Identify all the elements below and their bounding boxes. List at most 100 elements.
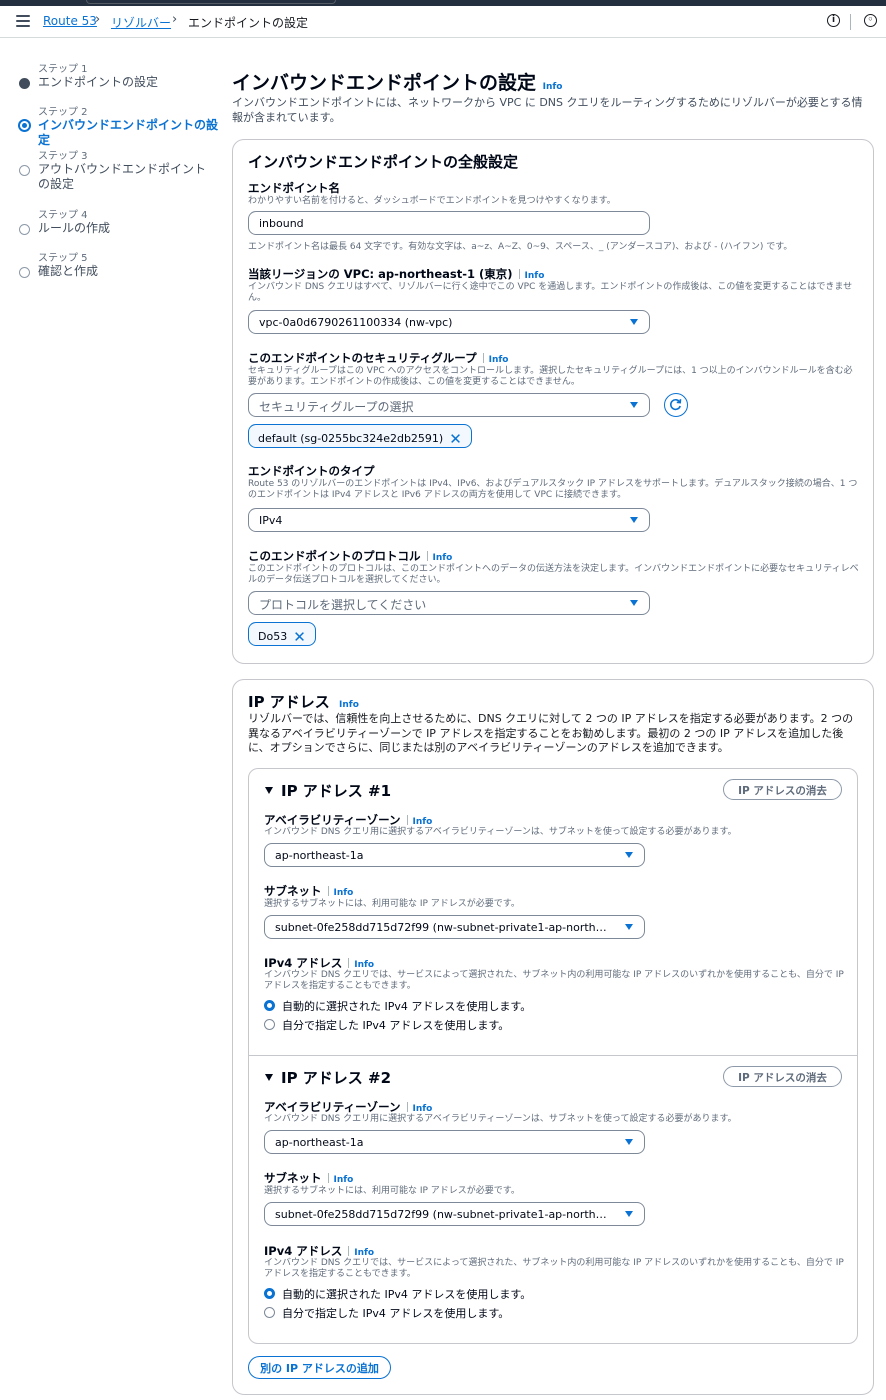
- step-current-icon: [18, 119, 31, 132]
- vpc-description: インバウンド DNS クエリはすべて、リゾルバーに行く途中でこの VPC を通過…: [248, 282, 853, 303]
- ipv4-2-auto-radio[interactable]: 自動的に選択された IPv4 アドレスを使用します。: [264, 1286, 531, 1302]
- subnet-2-label-text: サブネット: [264, 1171, 322, 1185]
- security-group-token-label: default (sg-0255bc324e2db2591): [258, 432, 444, 445]
- caret-down-icon: [625, 924, 633, 930]
- az-1-description: インバウンド DNS クエリ用に選択するアベイラビリティーゾーンは、サブネットを…: [264, 827, 737, 837]
- vpc-label-text: 当該リージョンの VPC: ap-northeast-1 (東京): [248, 267, 513, 281]
- step-pending-icon: [19, 165, 30, 176]
- info-link[interactable]: Info: [413, 1104, 433, 1114]
- ipv4-1-auto-radio[interactable]: 自動的に選択された IPv4 アドレスを使用します。: [264, 998, 531, 1014]
- subnet-2-select[interactable]: subnet-0fe258dd715d72f99 (nw-subnet-priv…: [264, 1202, 645, 1226]
- ip-address-1-header[interactable]: IP アドレス #1: [265, 780, 391, 801]
- info-link[interactable]: Info: [433, 553, 453, 563]
- step-pending-icon: [19, 224, 30, 235]
- endpoint-name-input[interactable]: inbound: [248, 211, 650, 235]
- caret-down-icon: [625, 1139, 633, 1145]
- az-2-select[interactable]: ap-northeast-1a: [264, 1130, 645, 1154]
- endpoint-type-select[interactable]: IPv4: [248, 508, 650, 532]
- protocol-description: このエンドポイントのプロトコルは、このエンドポイントへのデータの伝送方法を決定し…: [248, 564, 859, 585]
- protocol-token-label: Do53: [258, 630, 288, 643]
- clear-ip-address-1-button[interactable]: IP アドレスの消去: [723, 779, 842, 800]
- az-2-description: インバウンド DNS クエリ用に選択するアベイラビリティーゾーンは、サブネットを…: [264, 1114, 737, 1124]
- security-group-token: default (sg-0255bc324e2db2591) ✕: [248, 424, 472, 448]
- az-1-select[interactable]: ap-northeast-1a: [264, 843, 645, 867]
- settings-icon[interactable]: ◦: [864, 14, 877, 27]
- header-divider: [850, 14, 851, 30]
- az-1-label: アベイラビリティーゾーン Info: [264, 812, 432, 828]
- ipv4-2-manual-radio[interactable]: 自分で指定した IPv4 アドレスを使用します。: [264, 1305, 509, 1321]
- breadcrumb-resolver[interactable]: リゾルバー: [111, 14, 171, 31]
- info-separator: [406, 815, 408, 825]
- subnet-1-description: 選択するサブネットには、利用可能な IP アドレスが必要です。: [264, 899, 520, 909]
- info-link[interactable]: Info: [339, 700, 359, 710]
- step-number: ステップ 5: [38, 253, 88, 264]
- info-separator: [426, 551, 428, 561]
- general-settings-title: インバウンドエンドポイントの全般設定: [248, 153, 519, 171]
- step-title: アウトバウンドエンドポイントの設定: [38, 162, 207, 191]
- subnet-1-value: subnet-0fe258dd715d72f99 (nw-subnet-priv…: [275, 921, 610, 934]
- info-link[interactable]: Info: [334, 888, 354, 898]
- protocol-label: このエンドポイントのプロトコル Info: [248, 548, 452, 564]
- ip-address-2-header[interactable]: IP アドレス #2: [265, 1067, 391, 1088]
- info-separator: [406, 1102, 408, 1112]
- info-link[interactable]: Info: [525, 271, 545, 281]
- info-separator: [348, 1246, 350, 1256]
- chevron-right-icon: ›: [95, 12, 101, 27]
- caret-down-icon: [630, 402, 638, 408]
- step-title: 確認と作成: [38, 264, 99, 278]
- endpoint-type-description: Route 53 のリゾルバーのエンドポイントは IPv4、IPv6、およびデュ…: [248, 479, 858, 500]
- radio-label: 自分で指定した IPv4 アドレスを使用します。: [282, 1307, 510, 1320]
- menu-icon[interactable]: [16, 15, 30, 27]
- vpc-select[interactable]: vpc-0a0d6790261100334 (nw-vpc): [248, 310, 650, 334]
- info-link[interactable]: Info: [354, 960, 374, 970]
- breadcrumb-route53[interactable]: Route 53: [43, 14, 97, 28]
- step-title: エンドポイントの設定: [38, 75, 159, 89]
- radio-label: 自動的に選択された IPv4 アドレスを使用します。: [282, 1000, 532, 1013]
- az-1-label-text: アベイラビリティーゾーン: [264, 813, 401, 827]
- close-icon[interactable]: ✕: [449, 430, 462, 448]
- az-2-label: アベイラビリティーゾーン Info: [264, 1099, 432, 1115]
- info-link[interactable]: Info: [354, 1248, 374, 1258]
- refresh-icon: [670, 398, 682, 411]
- vpc-select-value: vpc-0a0d6790261100334 (nw-vpc): [259, 316, 453, 329]
- caret-down-icon: [265, 787, 273, 794]
- add-ip-address-button[interactable]: 別の IP アドレスの追加: [248, 1356, 391, 1379]
- security-group-label-text: このエンドポイントのセキュリティグループ: [248, 351, 477, 365]
- refresh-button[interactable]: [664, 393, 688, 417]
- browser-tab-outline: [86, 0, 336, 4]
- clear-ip-address-2-button[interactable]: IP アドレスの消去: [723, 1066, 842, 1087]
- subnet-1-select[interactable]: subnet-0fe258dd715d72f99 (nw-subnet-priv…: [264, 915, 645, 939]
- az-2-label-text: アベイラビリティーゾーン: [264, 1100, 401, 1114]
- info-link[interactable]: Info: [489, 355, 509, 365]
- endpoint-name-label: エンドポイント名: [248, 181, 340, 195]
- radio-label: 自分で指定した IPv4 アドレスを使用します。: [282, 1019, 510, 1032]
- step-number: ステップ 3: [38, 151, 88, 162]
- ipv4-1-label: IPv4 アドレス Info: [264, 955, 374, 971]
- step-number: ステップ 2: [38, 107, 88, 118]
- subnet-2-label: サブネット Info: [264, 1170, 353, 1186]
- protocol-token: Do53 ✕: [248, 622, 316, 646]
- info-link[interactable]: Info: [543, 82, 563, 92]
- step-complete-icon: [19, 78, 30, 89]
- radio-unselected-icon: [264, 1307, 275, 1318]
- info-link[interactable]: Info: [413, 817, 433, 827]
- step-title: ルールの作成: [38, 221, 111, 235]
- vpc-label: 当該リージョンの VPC: ap-northeast-1 (東京) Info: [248, 266, 544, 282]
- radio-selected-icon: [264, 1288, 275, 1299]
- ipv4-2-label-text: IPv4 アドレス: [264, 1244, 343, 1258]
- security-group-description: セキュリティグループはこの VPC へのアクセスをコントロールします。選択したセ…: [248, 366, 853, 387]
- step-number: ステップ 4: [38, 210, 88, 221]
- ipv4-1-manual-radio[interactable]: 自分で指定した IPv4 アドレスを使用します。: [264, 1017, 509, 1033]
- protocol-select[interactable]: プロトコルを選択してください: [248, 591, 650, 615]
- ipv4-1-label-text: IPv4 アドレス: [264, 956, 343, 970]
- close-icon[interactable]: ✕: [293, 628, 306, 646]
- page-title-text: インバウンドエンドポイントの設定: [232, 72, 537, 94]
- security-group-label: このエンドポイントのセキュリティグループ Info: [248, 350, 508, 366]
- endpoint-type-label: エンドポイントのタイプ: [248, 464, 375, 478]
- info-link[interactable]: Info: [334, 1175, 354, 1185]
- breadcrumb-bar: Route 53 › リゾルバー › エンドポイントの設定 i ◦: [0, 6, 886, 38]
- endpoint-name-constraint: エンドポイント名は最長 64 文字です。有効な文字は、a~z、A~Z、0~9、ス…: [248, 242, 793, 252]
- security-group-select[interactable]: セキュリティグループの選択: [248, 393, 650, 417]
- info-circle-icon[interactable]: i: [827, 14, 840, 27]
- caret-down-icon: [630, 600, 638, 606]
